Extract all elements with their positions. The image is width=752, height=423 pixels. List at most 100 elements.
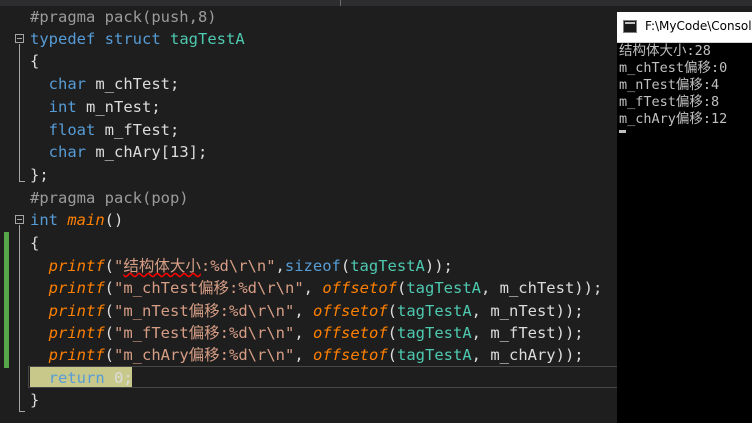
code-line[interactable]: int main() bbox=[30, 209, 123, 231]
code-token: "m_chTest偏移:%d\r\n" bbox=[114, 279, 304, 297]
console-cursor bbox=[619, 130, 626, 133]
code-token: char bbox=[48, 75, 86, 93]
code-token: " bbox=[114, 257, 124, 275]
code-line[interactable]: { bbox=[30, 232, 39, 254]
code-line[interactable]: } bbox=[30, 389, 39, 411]
code-token: "m_chAry偏移:%d\r\n" bbox=[114, 346, 295, 364]
code-token: :%d\r\n" bbox=[200, 257, 276, 275]
code-token: ( bbox=[104, 279, 115, 297]
code-token: #pragma pack(pop) bbox=[30, 189, 189, 207]
code-token: m_fTest; bbox=[95, 121, 180, 139]
code-line[interactable]: #pragma pack(push,8) bbox=[30, 6, 217, 28]
code-token: main bbox=[67, 211, 105, 229]
change-marker bbox=[4, 232, 9, 368]
code-token: sizeof bbox=[284, 257, 341, 275]
code-token: m_chAry[13]; bbox=[86, 143, 208, 161]
code-token: () bbox=[104, 211, 124, 229]
code-token: , m_chAry)); bbox=[471, 346, 584, 364]
code-token: ( bbox=[340, 257, 351, 275]
code-line[interactable]: char m_chTest; bbox=[30, 73, 180, 95]
fold-guide-struct bbox=[19, 44, 20, 181]
code-token: offsetof bbox=[313, 302, 388, 320]
code-line[interactable]: typedef struct tagTestA bbox=[30, 28, 245, 50]
console-app-icon bbox=[623, 20, 637, 33]
code-token: tagTestA bbox=[397, 346, 472, 364]
code-token: tagTestA bbox=[350, 257, 425, 275]
code-token: , bbox=[294, 302, 313, 320]
top-bar-divider bbox=[340, 0, 341, 6]
code-token: ( bbox=[387, 324, 397, 342]
code-line[interactable]: printf("结构体大小:%d\r\n",sizeof(tagTestA)); bbox=[30, 255, 453, 277]
code-token: m_nTest; bbox=[76, 98, 161, 116]
code-token: )); bbox=[424, 257, 453, 275]
console-window[interactable]: F:\MyCode\Console 结构体大小:28 m_chTest偏移:0 … bbox=[617, 12, 752, 423]
code-token: offsetof bbox=[313, 324, 388, 342]
console-line: m_chAry偏移:12 bbox=[619, 111, 728, 127]
code-line[interactable]: int m_nTest; bbox=[30, 96, 161, 118]
code-token: printf bbox=[48, 257, 105, 275]
code-token: char bbox=[48, 143, 86, 161]
console-line: m_nTest偏移:4 bbox=[619, 77, 720, 93]
code-token: , m_fTest)); bbox=[471, 324, 584, 342]
code-line[interactable]: return 0; bbox=[30, 367, 133, 389]
code-token: "m_fTest偏移:%d\r\n" bbox=[114, 324, 295, 342]
collapse-struct-icon[interactable] bbox=[15, 34, 24, 43]
code-line[interactable]: printf("m_chTest偏移:%d\r\n", offsetof(tag… bbox=[30, 277, 603, 299]
code-token: tagTestA bbox=[406, 279, 481, 297]
code-token: ( bbox=[387, 302, 397, 320]
code-token: ( bbox=[104, 346, 115, 364]
code-line[interactable]: printf("m_nTest偏移:%d\r\n", offsetof(tagT… bbox=[30, 300, 584, 322]
code-token: struct bbox=[104, 30, 161, 48]
code-token: , bbox=[294, 324, 313, 342]
code-token: 结构体大小 bbox=[123, 257, 201, 275]
code-token: typedef bbox=[30, 30, 96, 48]
code-token: ( bbox=[104, 324, 115, 342]
code-token: , bbox=[275, 257, 285, 275]
console-title: F:\MyCode\Console bbox=[645, 19, 752, 33]
code-line[interactable]: printf("m_fTest偏移:%d\r\n", offsetof(tagT… bbox=[30, 322, 584, 344]
code-token: , m_nTest)); bbox=[471, 302, 584, 320]
console-title-bar[interactable]: F:\MyCode\Console bbox=[617, 12, 752, 43]
code-token: , bbox=[303, 279, 323, 297]
fold-guide-main bbox=[19, 225, 20, 411]
code-token: tagTestA bbox=[397, 302, 472, 320]
code-token: printf bbox=[48, 302, 105, 320]
code-token: return bbox=[48, 369, 105, 387]
code-line[interactable]: #pragma pack(pop) bbox=[30, 187, 189, 209]
code-token: { bbox=[30, 234, 40, 252]
code-token: m_chTest; bbox=[86, 75, 180, 93]
code-token: #pragma pack(push,8) bbox=[30, 8, 217, 26]
code-line[interactable]: }; bbox=[30, 164, 49, 186]
console-line: m_fTest偏移:8 bbox=[619, 94, 720, 110]
code-token: printf bbox=[48, 346, 105, 364]
code-token: ( bbox=[104, 302, 115, 320]
code-token: } bbox=[30, 391, 40, 409]
code-token: printf bbox=[48, 279, 105, 297]
code-line[interactable]: { bbox=[30, 50, 39, 72]
code-token: tagTestA bbox=[170, 30, 245, 48]
code-token: int bbox=[30, 211, 58, 229]
code-token: tagTestA bbox=[397, 324, 472, 342]
code-line[interactable]: float m_fTest; bbox=[30, 119, 180, 141]
code-token: offsetof bbox=[313, 346, 388, 364]
code-token: ( bbox=[104, 257, 115, 275]
code-token: }; bbox=[30, 166, 49, 184]
code-line[interactable]: printf("m_chAry偏移:%d\r\n", offsetof(tagT… bbox=[30, 344, 584, 366]
code-token: printf bbox=[48, 324, 105, 342]
collapse-main-icon[interactable] bbox=[15, 215, 24, 224]
code-token: ( bbox=[387, 346, 397, 364]
code-line[interactable]: char m_chAry[13]; bbox=[30, 141, 208, 163]
code-token: , bbox=[294, 346, 313, 364]
